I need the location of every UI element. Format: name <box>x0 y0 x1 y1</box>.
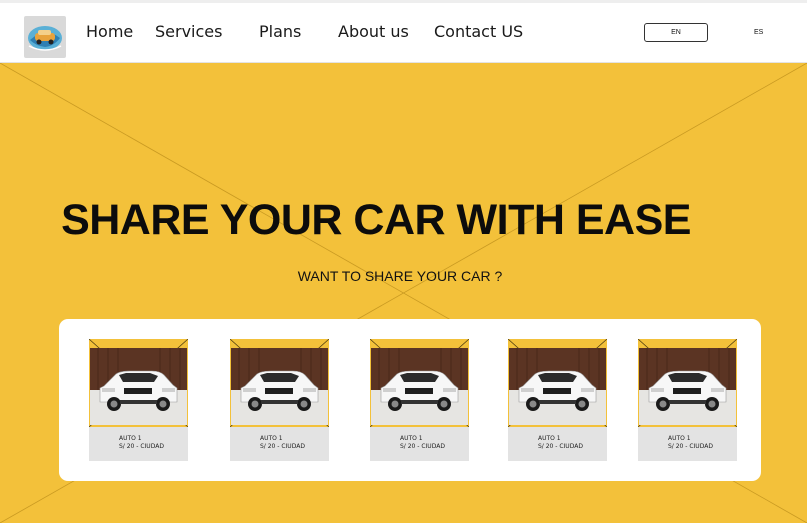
car-image <box>639 348 736 425</box>
car-card[interactable]: AUTO 1 S/ 20 - CIUDAD <box>508 339 607 461</box>
navbar: Home Services Plans About us Contact US … <box>0 3 807 63</box>
nav-services-link[interactable]: Services <box>155 22 222 41</box>
card-price: S/ 20 - CIUDAD <box>538 443 583 450</box>
language-en-button[interactable]: EN <box>644 23 708 42</box>
card-price: S/ 20 - CIUDAD <box>400 443 445 450</box>
card-title: AUTO 1 <box>400 435 423 442</box>
nav-plans-link[interactable]: Plans <box>259 22 301 41</box>
card-price: S/ 20 - CIUDAD <box>119 443 164 450</box>
car-card[interactable]: AUTO 1 S/ 20 - CIUDAD <box>370 339 469 461</box>
card-title: AUTO 1 <box>119 435 142 442</box>
card-title: AUTO 1 <box>260 435 283 442</box>
card-price: S/ 20 - CIUDAD <box>668 443 713 450</box>
card-title: AUTO 1 <box>538 435 561 442</box>
car-card[interactable]: AUTO 1 S/ 20 - CIUDAD <box>638 339 737 461</box>
card-price: S/ 20 - CIUDAD <box>260 443 305 450</box>
car-image <box>509 348 606 425</box>
hero-title: SHARE YOUR CAR WITH EASE <box>61 196 691 244</box>
car-image <box>371 348 468 425</box>
card-title: AUTO 1 <box>668 435 691 442</box>
hero-subtitle: WANT TO SHARE YOUR CAR ? <box>297 268 503 284</box>
car-card[interactable]: AUTO 1 S/ 20 - CIUDAD <box>89 339 188 461</box>
language-es-button[interactable]: ES <box>754 29 763 36</box>
nav-about-link[interactable]: About us <box>338 22 409 41</box>
nav-contact-link[interactable]: Contact US <box>434 22 523 41</box>
nav-home-link[interactable]: Home <box>86 22 133 41</box>
car-logo-icon[interactable] <box>24 16 66 58</box>
car-card[interactable]: AUTO 1 S/ 20 - CIUDAD <box>230 339 329 461</box>
car-image <box>90 348 187 425</box>
car-image <box>231 348 328 425</box>
